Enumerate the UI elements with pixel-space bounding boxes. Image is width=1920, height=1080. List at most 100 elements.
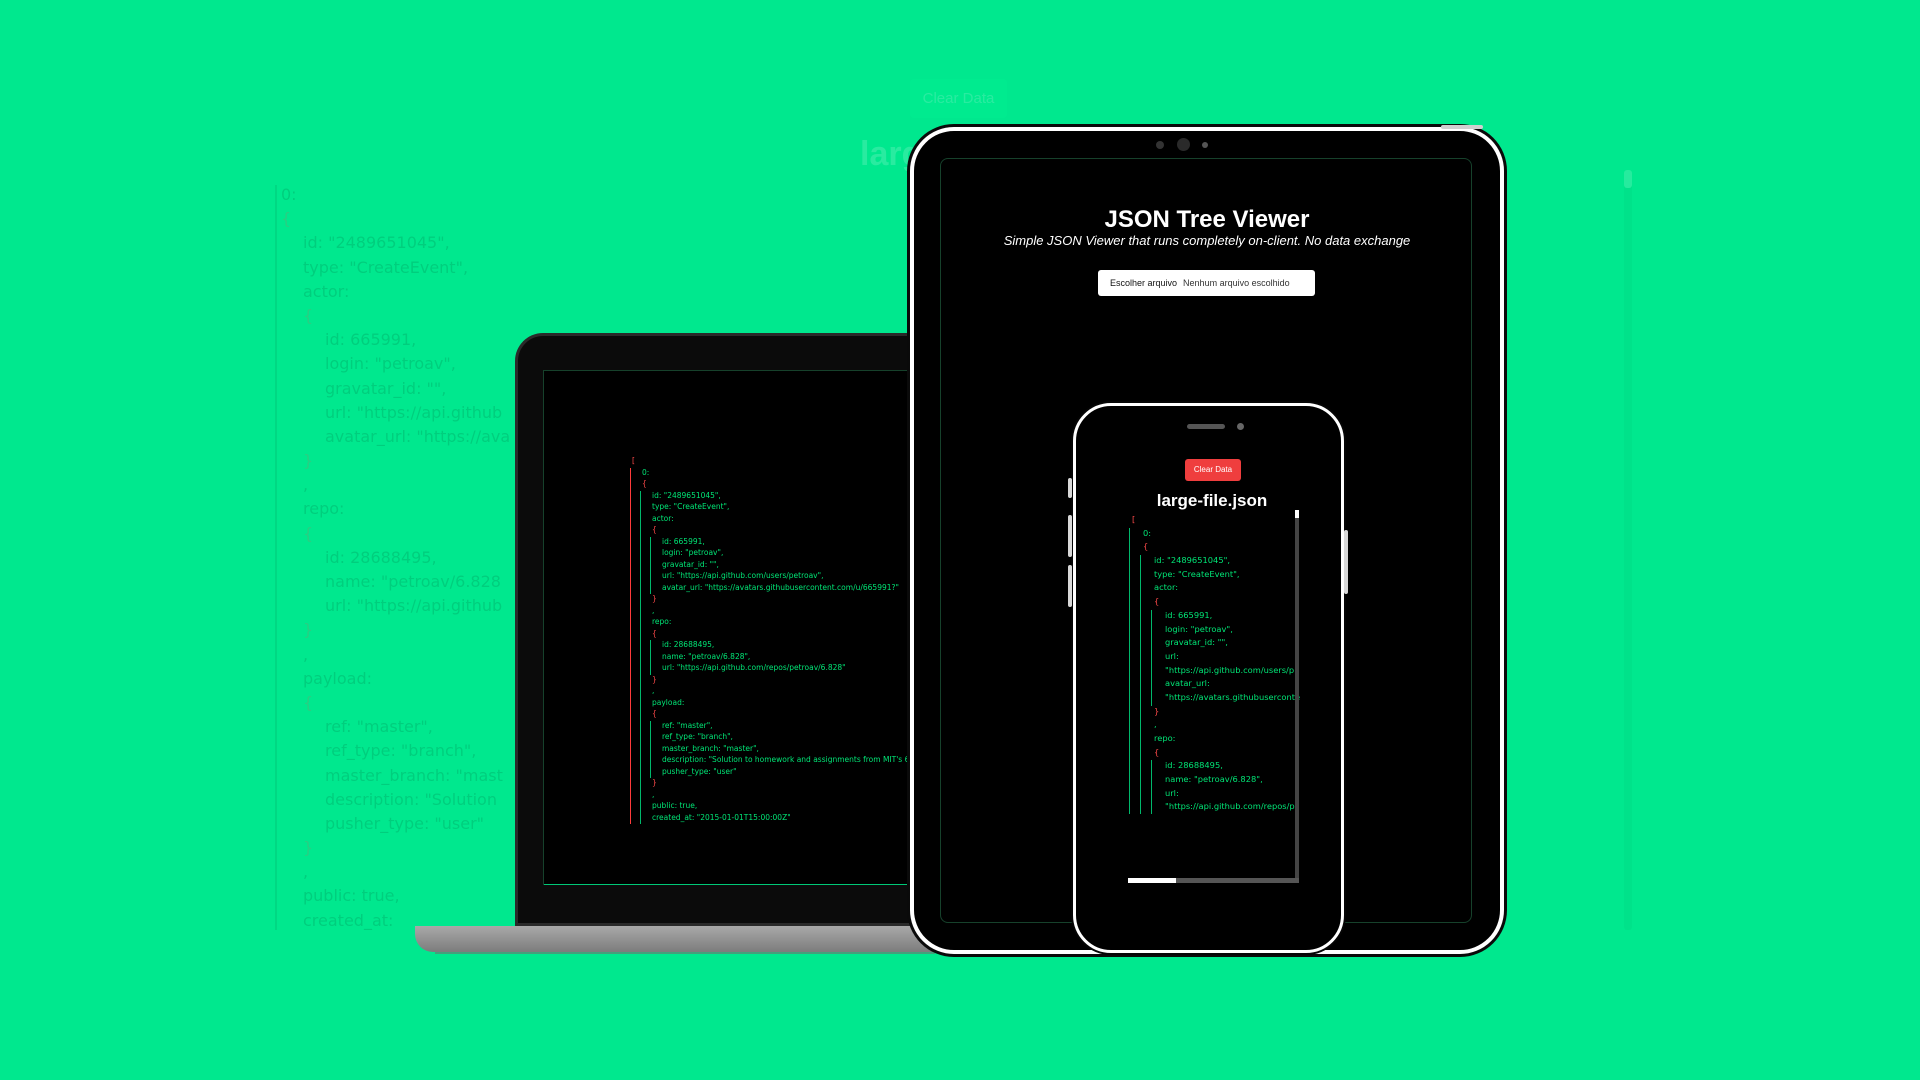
json-line-text: url: "https://api.github: [325, 402, 503, 422]
json-line-text: 0:: [642, 467, 650, 477]
json-line-text: {: [281, 209, 292, 229]
json-line: created_at: "2015-01-01T15:00:00Z": [629, 812, 935, 824]
json-line: type: "CreateEvent",: [1128, 568, 1303, 583]
indent-guide: [650, 663, 651, 675]
phone-json-tree[interactable]: [0: {id: "2489651045", type: "CreateEvent"…: [1128, 514, 1303, 814]
json-line: }: [277, 838, 515, 862]
clear-data-button[interactable]: Clear Data: [1185, 459, 1241, 481]
json-line-text: "https://api.github.com/repos/p: [1165, 801, 1295, 812]
indent-guide: [630, 709, 631, 721]
indent-guide: [640, 663, 641, 675]
json-line: {: [629, 479, 935, 491]
json-line: avatar_url: "https://ava: [277, 427, 515, 451]
indent-guide: [1151, 650, 1152, 665]
indent-guide: [640, 778, 641, 790]
indent-guide: [1151, 787, 1152, 802]
json-line-text: ,: [1154, 719, 1157, 730]
indent-guide: [640, 755, 641, 767]
indent-guide: [630, 697, 631, 709]
json-line-text: {: [1143, 541, 1149, 552]
indent-guide: [1129, 664, 1130, 679]
json-line: }: [629, 674, 935, 686]
json-line: id: 28688495,: [629, 640, 935, 652]
indent-guide: [650, 743, 651, 755]
indent-guide: [630, 628, 631, 640]
json-line-text: url: "https://api.github.com/repos/petro…: [662, 663, 846, 672]
json-line-text: avatar_url: "https://avatars.githubuserc…: [662, 582, 899, 592]
file-status-text: Nenhum arquivo escolhido: [1183, 278, 1290, 288]
json-line-text: }: [303, 451, 314, 471]
background-json-tree: 0: {id: "2489651045", type: "CreateEvent",…: [275, 185, 515, 930]
indent-guide: [1151, 774, 1152, 788]
indent-guide: [1129, 637, 1130, 651]
json-line-text: public: true,: [652, 801, 698, 810]
indent-guide: [640, 628, 641, 640]
json-line-text: repo:: [652, 617, 672, 626]
json-line-text: repo:: [1154, 733, 1176, 743]
json-line-text: payload:: [303, 668, 373, 688]
json-line-text: name: "petroav/6.828",: [662, 651, 751, 661]
json-line: pusher_type: "user": [629, 766, 935, 778]
json-line-text: ,: [652, 789, 655, 799]
indent-guide: [1140, 568, 1141, 583]
indent-guide: [1151, 691, 1152, 706]
json-line-text: repo:: [303, 499, 345, 519]
phone-mute-switch: [1068, 478, 1072, 498]
json-line: }: [277, 451, 515, 475]
json-line: ref: "master",: [277, 717, 515, 741]
json-line: login: "petroav",: [629, 548, 935, 560]
indent-guide: [630, 674, 631, 686]
indent-guide: [1129, 787, 1130, 802]
json-line-text: payload:: [652, 697, 685, 707]
phone-horizontal-scrollbar[interactable]: [1128, 878, 1299, 883]
indent-guide: [1129, 582, 1130, 597]
json-line-text: master_branch: "mast: [325, 765, 503, 785]
tablet-camera-icon: [1177, 138, 1190, 151]
indent-guide: [1129, 760, 1130, 775]
json-line: {: [277, 693, 515, 717]
json-line: [: [629, 456, 935, 468]
json-line: master_branch: "mast: [277, 766, 515, 790]
indent-guide: [1129, 678, 1130, 692]
json-line-text: id: 665991,: [1165, 609, 1213, 620]
json-line-text: type: "CreateEvent",: [303, 257, 469, 277]
indent-guide: [630, 720, 631, 732]
json-line-text: id: 28688495,: [1165, 760, 1223, 771]
choose-file-button[interactable]: Escolher arquivo: [1098, 278, 1183, 288]
json-line-text: gravatar_id: "",: [1165, 637, 1228, 648]
indent-guide: [1129, 609, 1130, 624]
tablet-sensor-icon: [1156, 141, 1164, 149]
json-line-text: [: [1132, 514, 1136, 524]
json-line: }: [629, 594, 935, 606]
json-line-text: type: "CreateEvent",: [652, 502, 730, 511]
indent-guide: [630, 502, 631, 514]
json-line-text: ,: [303, 475, 309, 495]
indent-guide: [640, 582, 641, 594]
indent-guide: [640, 525, 641, 537]
json-line-text: 0:: [281, 185, 297, 204]
indent-guide: [1140, 719, 1141, 733]
json-line: url: "https://api.github.com/users/petro…: [629, 571, 935, 583]
json-line: ,: [1128, 719, 1303, 733]
indent-guide: [650, 640, 651, 652]
file-title: large-file.json: [1156, 491, 1268, 510]
indent-guide: [650, 559, 651, 571]
indent-guide: [640, 559, 641, 571]
json-line-text: description: "Solution to homework and a…: [662, 755, 932, 764]
json-line-text: id: 665991,: [325, 330, 417, 350]
json-line: public: true,: [277, 886, 515, 910]
indent-guide: [630, 651, 631, 663]
phone-vertical-scrollbar[interactable]: [1295, 510, 1299, 880]
json-line: {: [277, 306, 515, 330]
json-line: {: [1128, 746, 1303, 761]
indent-guide: [630, 490, 631, 502]
file-input[interactable]: Escolher arquivo Nenhum arquivo escolhid…: [1098, 270, 1315, 296]
json-line: id: 665991,: [277, 330, 515, 354]
indent-guide: [630, 617, 631, 629]
indent-guide: [640, 536, 641, 548]
json-line-text: id: "2489651045",: [1154, 555, 1231, 566]
json-line-text: pusher_type: "user": [325, 813, 485, 833]
json-line-text: "https://api.github.com/users/p: [1165, 664, 1295, 675]
json-line: avatar_url: "https://avatars.githubuserc…: [629, 582, 935, 594]
indent-guide: [640, 697, 641, 709]
